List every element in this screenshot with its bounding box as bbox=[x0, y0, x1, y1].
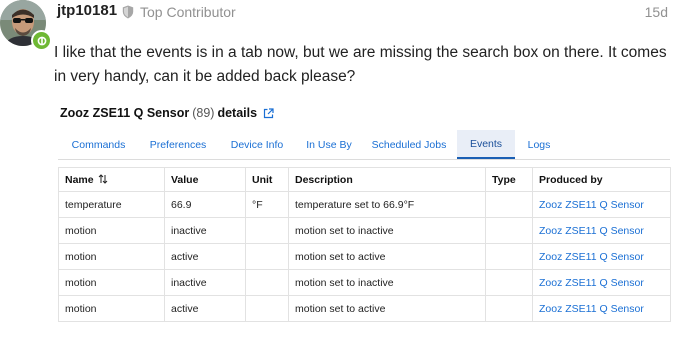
cell-unit bbox=[245, 295, 289, 322]
sort-icon[interactable] bbox=[98, 173, 108, 184]
cell-produced-by-link[interactable]: Zooz ZSE11 Q Sensor bbox=[532, 191, 671, 218]
table-row: motion active motion set to active Zooz … bbox=[58, 243, 671, 270]
title-suffix: details bbox=[217, 106, 258, 120]
cell-name: motion bbox=[58, 269, 165, 296]
column-header-description[interactable]: Description bbox=[288, 167, 486, 192]
column-header-value[interactable]: Value bbox=[164, 167, 246, 192]
tab-commands[interactable]: Commands bbox=[58, 130, 139, 159]
flair-label: Top Contributor bbox=[140, 4, 236, 20]
cell-produced-by-link[interactable]: Zooz ZSE11 Q Sensor bbox=[532, 217, 671, 244]
cell-unit bbox=[245, 243, 289, 270]
events-table: Name Value Unit Description Type Produce… bbox=[58, 167, 671, 322]
user-flair: Top Contributor bbox=[122, 4, 236, 20]
cell-unit bbox=[245, 217, 289, 244]
tab-in-use-by[interactable]: In Use By bbox=[297, 130, 361, 159]
tab-device-info[interactable]: Device Info bbox=[217, 130, 297, 159]
table-row: motion inactive motion set to inactive Z… bbox=[58, 269, 671, 296]
column-header-name[interactable]: Name bbox=[58, 167, 165, 192]
cell-name: motion bbox=[58, 243, 165, 270]
table-header-row: Name Value Unit Description Type Produce… bbox=[58, 167, 671, 192]
column-header-produced-by[interactable]: Produced by bbox=[532, 167, 671, 192]
cell-description: motion set to inactive bbox=[288, 217, 486, 244]
cell-name: motion bbox=[58, 295, 165, 322]
column-header-type[interactable]: Type bbox=[485, 167, 533, 192]
post-date[interactable]: 15d bbox=[645, 4, 668, 20]
cell-type bbox=[485, 243, 533, 270]
cell-description: motion set to active bbox=[288, 295, 486, 322]
tab-scheduled-jobs[interactable]: Scheduled Jobs bbox=[361, 130, 457, 159]
cell-type bbox=[485, 295, 533, 322]
cell-produced-by-link[interactable]: Zooz ZSE11 Q Sensor bbox=[532, 295, 671, 322]
device-id: (89) bbox=[192, 106, 215, 120]
cell-value: inactive bbox=[164, 217, 246, 244]
cell-description: motion set to active bbox=[288, 243, 486, 270]
external-link-icon[interactable] bbox=[263, 107, 274, 119]
tab-preferences[interactable]: Preferences bbox=[139, 130, 217, 159]
cell-type bbox=[485, 269, 533, 296]
cell-name: motion bbox=[58, 217, 165, 244]
tab-logs[interactable]: Logs bbox=[515, 130, 563, 159]
shield-icon bbox=[122, 5, 134, 19]
cell-description: temperature set to 66.9°F bbox=[288, 191, 486, 218]
cell-name: temperature bbox=[58, 191, 165, 218]
cell-produced-by-link[interactable]: Zooz ZSE11 Q Sensor bbox=[532, 243, 671, 270]
cell-type bbox=[485, 191, 533, 218]
table-row: motion active motion set to active Zooz … bbox=[58, 295, 671, 322]
cell-value: 66.9 bbox=[164, 191, 246, 218]
cell-unit bbox=[245, 269, 289, 296]
tab-events[interactable]: Events bbox=[457, 130, 515, 159]
avatar[interactable] bbox=[0, 0, 52, 51]
table-row: motion inactive motion set to inactive Z… bbox=[58, 217, 671, 244]
user-status-icon bbox=[37, 36, 46, 45]
cell-description: motion set to inactive bbox=[288, 269, 486, 296]
device-tabs: Commands Preferences Device Info In Use … bbox=[58, 130, 670, 160]
cell-type bbox=[485, 217, 533, 244]
post-body: I like that the events is in a tab now, … bbox=[54, 44, 667, 85]
username[interactable]: jtp10181 bbox=[57, 2, 117, 19]
column-header-unit[interactable]: Unit bbox=[245, 167, 289, 192]
cell-unit: °F bbox=[245, 191, 289, 218]
cell-produced-by-link[interactable]: Zooz ZSE11 Q Sensor bbox=[532, 269, 671, 296]
status-badge bbox=[31, 30, 52, 51]
cell-value: active bbox=[164, 295, 246, 322]
cell-value: active bbox=[164, 243, 246, 270]
device-name: Zooz ZSE11 Q Sensor bbox=[60, 106, 190, 120]
table-row: temperature 66.9 °F temperature set to 6… bbox=[58, 191, 671, 218]
device-details-title: Zooz ZSE11 Q Sensor (89) details bbox=[60, 106, 274, 120]
cell-value: inactive bbox=[164, 269, 246, 296]
